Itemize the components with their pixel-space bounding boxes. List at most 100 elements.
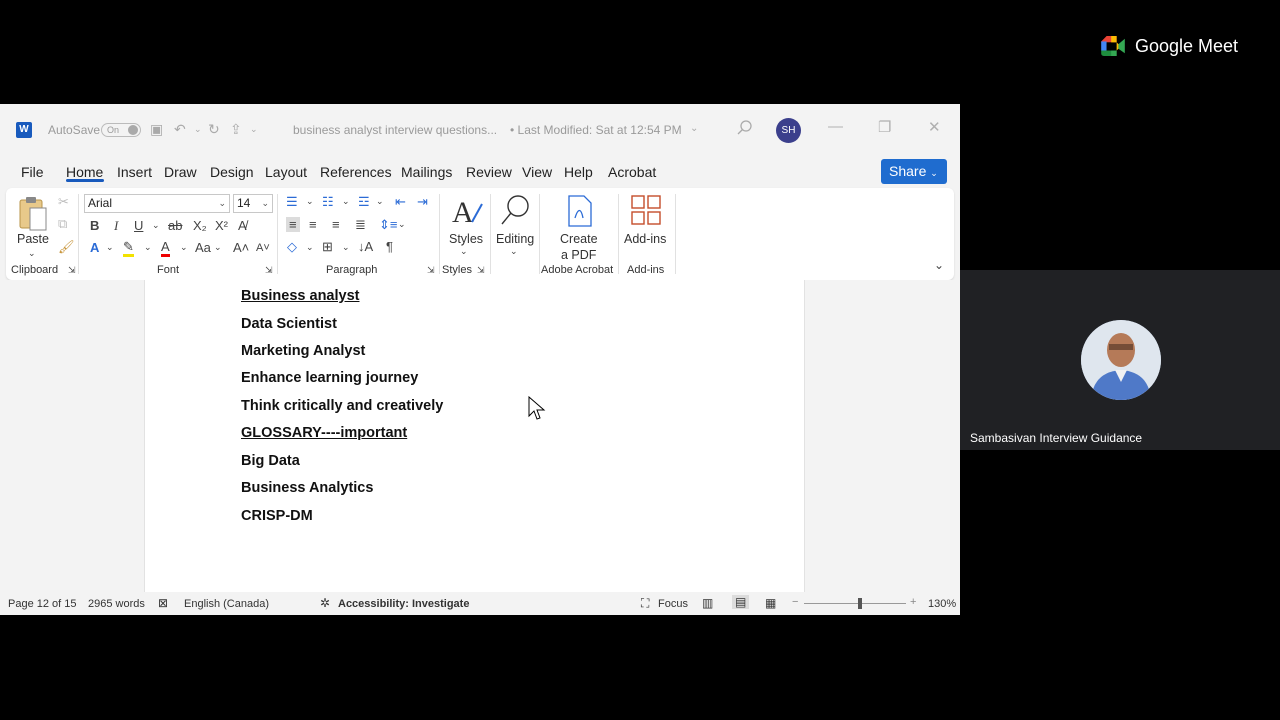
- decrease-indent-icon[interactable]: ⇤: [395, 194, 406, 210]
- increase-indent-icon[interactable]: ⇥: [417, 194, 428, 210]
- shading-dropdown-icon[interactable]: ⌄: [306, 242, 314, 253]
- collapse-ribbon-icon[interactable]: ⌄: [934, 258, 944, 272]
- save-icon[interactable]: ▣: [150, 121, 163, 138]
- align-right-icon[interactable]: ≡: [332, 217, 340, 232]
- zoom-out-icon[interactable]: −: [792, 596, 798, 608]
- underline-icon[interactable]: U: [134, 218, 143, 233]
- doc-line[interactable]: GLOSSARY----important: [241, 425, 407, 441]
- share-button[interactable]: Share ⌄: [881, 159, 947, 184]
- redo-icon[interactable]: ↻: [208, 121, 220, 138]
- italic-icon[interactable]: I: [114, 218, 118, 234]
- borders-dropdown-icon[interactable]: ⌄: [342, 242, 350, 253]
- title-dropdown-icon[interactable]: ⌄: [690, 123, 698, 134]
- tab-view[interactable]: View: [522, 164, 552, 180]
- addins-icon[interactable]: [630, 194, 662, 226]
- shading-icon[interactable]: ◇: [287, 239, 297, 255]
- tab-help[interactable]: Help: [564, 164, 593, 180]
- strikethrough-icon[interactable]: ab: [168, 218, 182, 233]
- align-left-icon[interactable]: ≡: [286, 217, 300, 232]
- create-pdf-line1[interactable]: Create: [560, 232, 598, 246]
- addins-label[interactable]: Add-ins: [624, 232, 666, 246]
- zoom-slider-thumb[interactable]: [858, 598, 863, 609]
- print-layout-icon[interactable]: ▤: [732, 595, 750, 609]
- undo-dropdown-icon[interactable]: ⌄: [194, 124, 202, 135]
- customize-toolbar-icon[interactable]: ⌄: [250, 124, 258, 135]
- change-case-icon[interactable]: Aa: [195, 240, 211, 255]
- close-icon[interactable]: ✕: [928, 118, 941, 136]
- autosave-toggle[interactable]: On: [101, 123, 141, 137]
- editing-search-icon[interactable]: [500, 194, 532, 228]
- underline-dropdown-icon[interactable]: ⌄: [152, 220, 160, 231]
- doc-line[interactable]: Data Scientist: [241, 316, 337, 332]
- doc-line[interactable]: Marketing Analyst: [241, 343, 365, 359]
- change-case-dropdown-icon[interactable]: ⌄: [214, 242, 222, 253]
- word-count[interactable]: 2965 words: [88, 598, 145, 610]
- tab-review[interactable]: Review: [466, 164, 512, 180]
- tab-acrobat[interactable]: Acrobat: [608, 164, 656, 180]
- clear-formatting-icon[interactable]: A̸: [238, 218, 247, 233]
- shrink-font-icon[interactable]: A˅: [256, 242, 270, 254]
- styles-label[interactable]: Styles: [449, 232, 483, 246]
- numbering-dropdown-icon[interactable]: ⌄: [342, 196, 350, 207]
- clipboard-launcher-icon[interactable]: ⇲: [68, 265, 76, 276]
- numbering-icon[interactable]: ☷: [322, 194, 334, 210]
- font-color-icon[interactable]: A: [161, 240, 170, 257]
- paste-label[interactable]: Paste: [17, 232, 49, 246]
- doc-line[interactable]: Enhance learning journey: [241, 370, 418, 386]
- bullets-icon[interactable]: ☰: [286, 194, 298, 210]
- proofing-icon[interactable]: ⊠: [158, 596, 168, 610]
- multilevel-dropdown-icon[interactable]: ⌄: [376, 196, 384, 207]
- tab-references[interactable]: References: [320, 164, 392, 180]
- minimize-icon[interactable]: —: [828, 118, 843, 135]
- text-effects-dropdown-icon[interactable]: ⌄: [106, 242, 114, 253]
- font-size-box[interactable]: 14 ⌄: [233, 194, 273, 213]
- tab-insert[interactable]: Insert: [117, 164, 152, 180]
- text-effects-icon[interactable]: A: [90, 240, 99, 255]
- show-formatting-icon[interactable]: ¶: [386, 239, 393, 254]
- create-pdf-icon[interactable]: [566, 194, 594, 228]
- undo-icon[interactable]: ↶: [174, 121, 186, 138]
- subscript-icon[interactable]: X₂: [193, 218, 207, 233]
- styles-launcher-icon[interactable]: ⇲: [477, 265, 485, 276]
- user-avatar[interactable]: SH: [776, 118, 801, 143]
- zoom-in-icon[interactable]: +: [910, 596, 916, 608]
- copy-icon[interactable]: ⧉: [58, 216, 67, 232]
- align-center-icon[interactable]: ≡: [309, 217, 317, 232]
- font-name-box[interactable]: Arial ⌄: [84, 194, 230, 213]
- focus-label[interactable]: Focus: [658, 598, 688, 610]
- document-page[interactable]: Business analyst Data Scientist Marketin…: [144, 280, 805, 592]
- focus-icon[interactable]: ⛶: [641, 596, 649, 611]
- editing-label[interactable]: Editing: [496, 232, 534, 246]
- superscript-icon[interactable]: X²: [215, 218, 228, 233]
- language[interactable]: English (Canada): [184, 598, 269, 610]
- styles-icon[interactable]: A: [450, 194, 484, 228]
- tab-file[interactable]: File: [21, 164, 44, 180]
- sort-icon[interactable]: ↓A: [358, 239, 373, 254]
- share-quick-icon[interactable]: ⇪: [230, 121, 242, 138]
- paste-icon[interactable]: [18, 196, 48, 232]
- tab-home[interactable]: Home: [66, 164, 103, 180]
- search-icon[interactable]: [737, 120, 753, 136]
- doc-line[interactable]: CRISP-DM: [241, 508, 313, 524]
- zoom-slider[interactable]: [804, 598, 906, 609]
- participant-tile[interactable]: Sambasivan Interview Guidance: [960, 270, 1280, 450]
- format-painter-icon[interactable]: 🖌: [58, 239, 75, 255]
- styles-dropdown-icon[interactable]: ⌄: [460, 246, 468, 257]
- doc-line[interactable]: Business analyst: [241, 288, 359, 304]
- justify-icon[interactable]: ≣: [355, 217, 366, 233]
- paste-dropdown-icon[interactable]: ⌄: [28, 248, 36, 259]
- borders-icon[interactable]: ⊞: [322, 239, 333, 255]
- document-title[interactable]: business analyst interview questions...: [293, 123, 497, 137]
- read-mode-icon[interactable]: ▥: [702, 596, 713, 610]
- doc-line[interactable]: Think critically and creatively: [241, 398, 443, 414]
- font-color-dropdown-icon[interactable]: ⌄: [180, 242, 188, 253]
- doc-line[interactable]: Business Analytics: [241, 480, 373, 496]
- grow-font-icon[interactable]: A˄: [233, 240, 249, 255]
- last-modified[interactable]: • Last Modified: Sat at 12:54 PM: [510, 123, 682, 137]
- tab-design[interactable]: Design: [210, 164, 254, 180]
- bullets-dropdown-icon[interactable]: ⌄: [306, 196, 314, 207]
- tab-draw[interactable]: Draw: [164, 164, 197, 180]
- tab-layout[interactable]: Layout: [265, 164, 307, 180]
- multilevel-list-icon[interactable]: ☲: [358, 194, 370, 210]
- web-layout-icon[interactable]: ▦: [765, 596, 776, 610]
